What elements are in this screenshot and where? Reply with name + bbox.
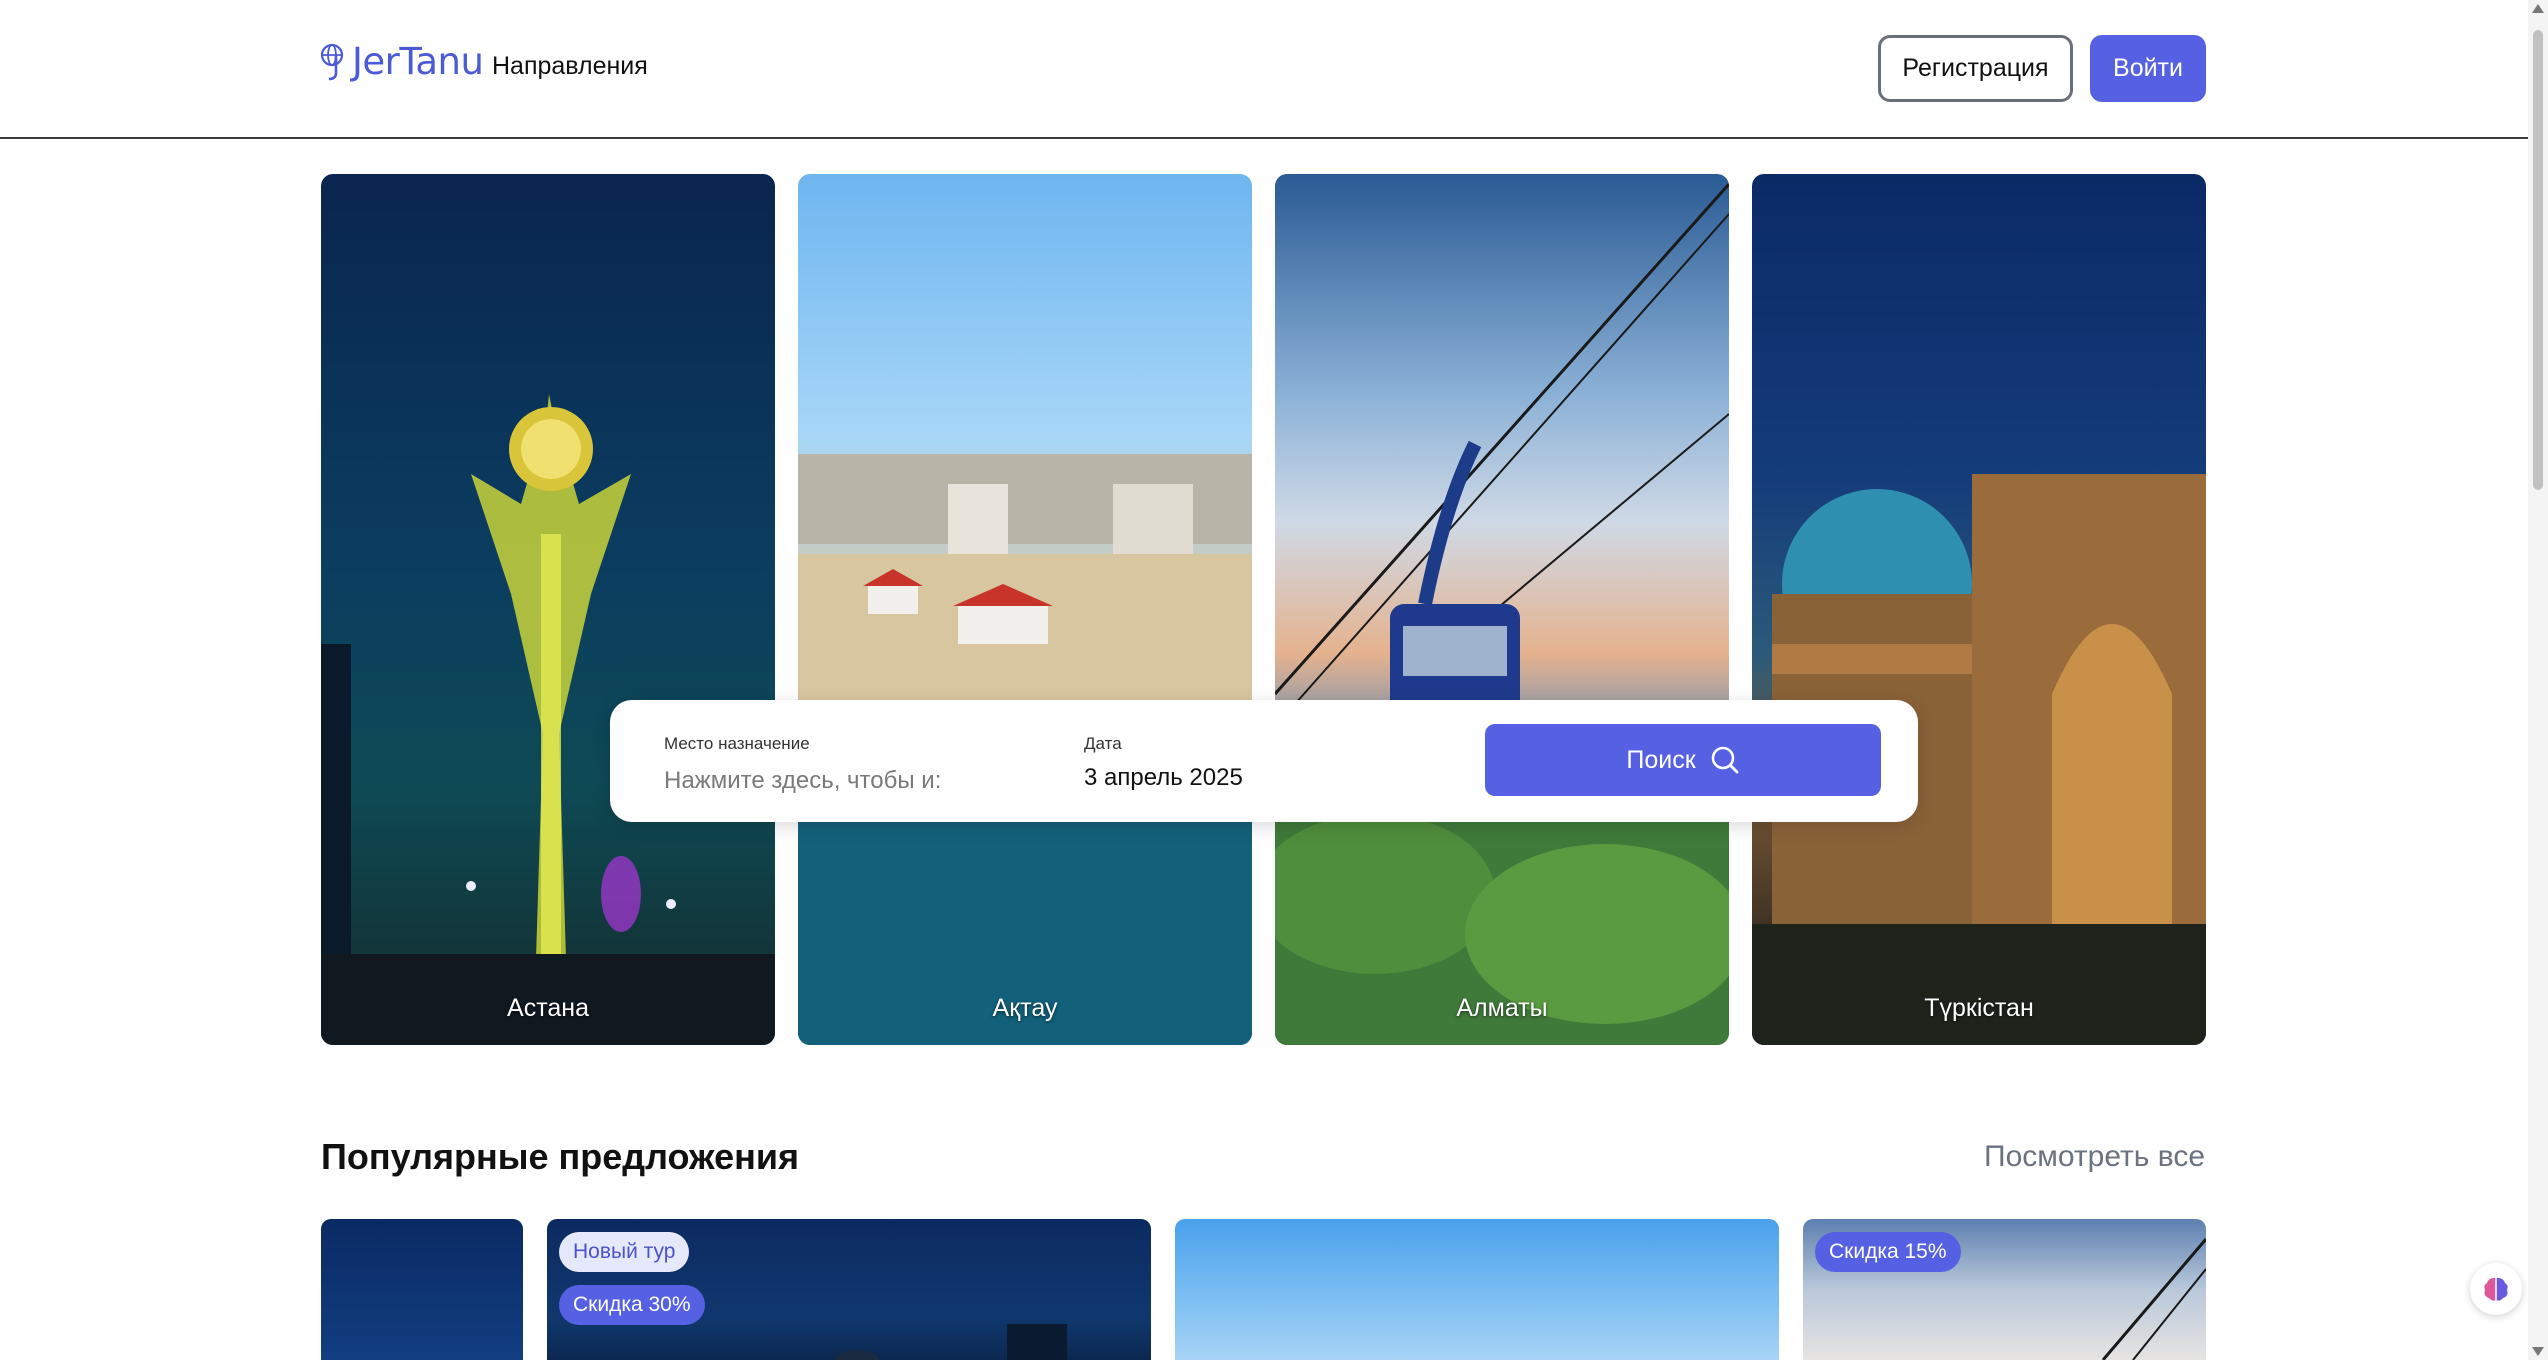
top-header: JerTanu Направления Регистрация Войти — [0, 0, 2528, 139]
search-panel: Место назначение Дата 3 апрель 2025 Поис… — [610, 700, 1918, 822]
destination-card-aktau[interactable]: Ақтау — [798, 174, 1252, 1045]
destination-card-turkistan[interactable]: Түркістан — [1752, 174, 2206, 1045]
destination-name: Алматы — [1456, 994, 1548, 1022]
brain-icon — [2481, 1274, 2511, 1304]
scroll-down-arrow-icon[interactable] — [2532, 1347, 2544, 1356]
floating-extension-button[interactable] — [2470, 1263, 2522, 1315]
destination-name: Ақтау — [992, 994, 1058, 1022]
search-button-label: Поиск — [1626, 745, 1696, 774]
destination-card-astana[interactable]: Астана — [321, 174, 775, 1045]
almaty-cablecar-image — [1275, 183, 1729, 1045]
nav-destinations-link[interactable]: Направления — [492, 52, 648, 81]
see-all-link[interactable]: Посмотреть все — [1984, 1140, 2205, 1174]
scroll-up-arrow-icon[interactable] — [2532, 4, 2544, 13]
aktau-city-image — [798, 454, 1252, 1045]
page-scrollbar[interactable] — [2528, 0, 2548, 1360]
destination-card-almaty[interactable]: Алматы — [1275, 174, 1729, 1045]
popular-section-title: Популярные предложения — [321, 1136, 800, 1177]
offer-card[interactable] — [1175, 1219, 1779, 1360]
discount-badge: Скидка 15% — [1815, 1232, 1961, 1272]
destination-field-label: Место назначение — [664, 734, 810, 753]
search-icon — [1710, 745, 1740, 775]
offer-card[interactable] — [321, 1219, 523, 1360]
destination-input[interactable] — [664, 764, 994, 798]
offer-card[interactable]: Новый тур Скидка 30% — [547, 1219, 1151, 1360]
register-button[interactable]: Регистрация — [1878, 35, 2073, 102]
globe-icon — [320, 41, 348, 81]
destination-name: Түркістан — [1924, 994, 2034, 1022]
login-button[interactable]: Войти — [2090, 35, 2206, 102]
date-field-label: Дата — [1084, 734, 1122, 753]
turkistan-mausoleum-image — [1752, 474, 2206, 1045]
astana-tower-image — [321, 394, 775, 1045]
date-field-value[interactable]: 3 апрель 2025 — [1084, 764, 1243, 792]
discount-badge: Скидка 30% — [559, 1285, 705, 1325]
site-logo[interactable]: JerTanu — [320, 36, 484, 86]
offer-card[interactable]: Скидка 15% — [1803, 1219, 2206, 1360]
search-button[interactable]: Поиск — [1485, 724, 1881, 796]
logo-text: JerTanu — [352, 39, 484, 83]
destination-name: Астана — [507, 994, 589, 1022]
scroll-thumb[interactable] — [2533, 30, 2543, 490]
new-tour-badge: Новый тур — [559, 1232, 690, 1272]
